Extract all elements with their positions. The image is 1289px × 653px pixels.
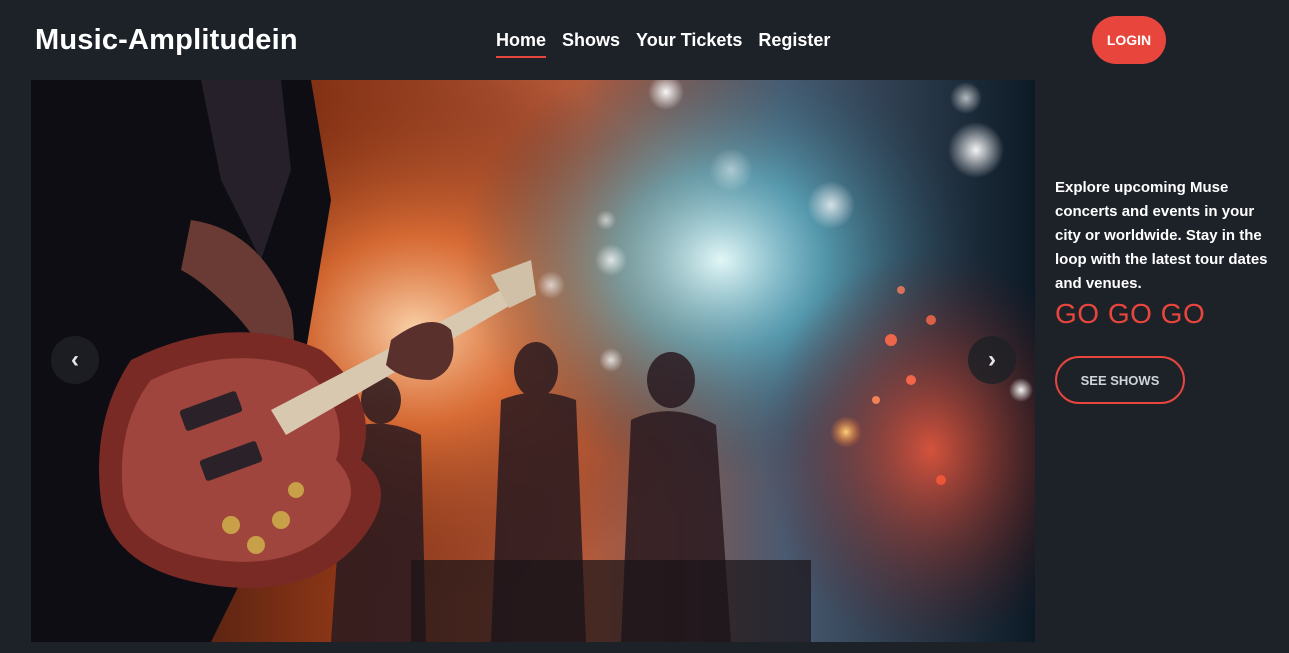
brand-logo[interactable]: Music-Amplitudein <box>35 24 298 57</box>
hero-slogan: GO GO GO <box>1055 298 1206 329</box>
nav-shows[interactable]: Shows <box>562 30 620 58</box>
hero-side-panel: Explore upcoming Muse concerts and event… <box>1055 176 1275 404</box>
carousel-next-button[interactable]: › <box>968 336 1016 384</box>
login-button[interactable]: LOGIN <box>1092 16 1166 64</box>
nav-register[interactable]: Register <box>758 30 830 58</box>
page: Music-Amplitudein Home Shows Your Ticket… <box>0 0 1289 653</box>
see-shows-button[interactable]: SEE SHOWS <box>1055 356 1185 404</box>
carousel-prev-button[interactable]: ‹ <box>51 336 99 384</box>
hero-description: Explore upcoming Muse concerts and event… <box>1055 179 1268 292</box>
main-nav: Home Shows Your Tickets Register <box>496 30 830 58</box>
hero-carousel: ‹ › <box>31 80 1035 642</box>
concert-hero-image <box>31 80 1035 642</box>
nav-home[interactable]: Home <box>496 30 547 58</box>
nav-your-tickets[interactable]: Your Tickets <box>636 30 742 58</box>
